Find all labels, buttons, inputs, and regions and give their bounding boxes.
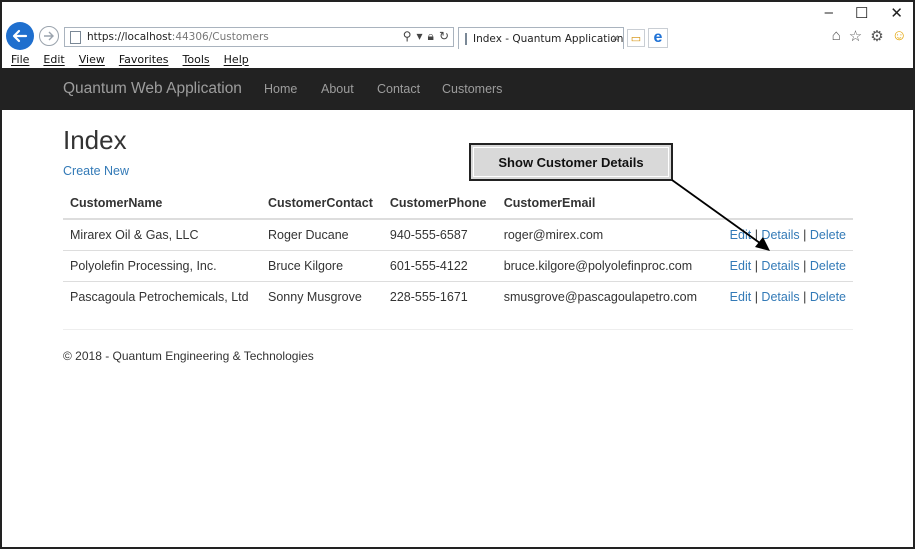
page-title: Index bbox=[63, 125, 127, 155]
close-icon[interactable]: ✕ bbox=[890, 4, 903, 22]
details-link[interactable]: Details bbox=[761, 290, 799, 304]
table-header-row: CustomerName CustomerContact CustomerPho… bbox=[63, 188, 853, 220]
browser-window: https://localhost:44306/Customers ⚲ ▾ 🔒︎… bbox=[0, 0, 915, 549]
cell-phone: 940-555-6587 bbox=[382, 218, 497, 250]
table-row: Mirarex Oil & Gas, LLC Roger Ducane 940-… bbox=[63, 218, 853, 250]
edit-link[interactable]: Edit bbox=[730, 259, 752, 273]
page-icon bbox=[70, 30, 81, 44]
header-customer-email: CustomerEmail bbox=[496, 188, 710, 220]
cell-name: Mirarex Oil & Gas, LLC bbox=[63, 218, 261, 250]
search-icon[interactable]: ⚲ bbox=[403, 29, 412, 44]
menu-tools[interactable]: Tools bbox=[183, 53, 210, 66]
cell-phone: 228-555-1671 bbox=[382, 280, 497, 312]
address-bar[interactable]: https://localhost:44306/Customers ⚲ ▾ 🔒︎… bbox=[64, 27, 454, 47]
lock-icon[interactable]: 🔒︎ bbox=[428, 29, 434, 44]
minimize-icon[interactable]: – bbox=[825, 4, 833, 22]
new-tab-icon[interactable]: ▭ bbox=[627, 29, 645, 47]
cell-actions: Edit | Details | Delete bbox=[709, 218, 853, 250]
site-navbar: Quantum Web Application Home About Conta… bbox=[2, 68, 913, 110]
address-url[interactable]: https://localhost:44306/Customers bbox=[87, 31, 269, 43]
address-tools: ⚲ ▾ 🔒︎ ↻ bbox=[403, 29, 449, 44]
ie-logo-icon[interactable]: e bbox=[648, 28, 668, 48]
smiley-feedback-icon[interactable]: ☺ bbox=[892, 27, 907, 45]
url-host: https://localhost bbox=[87, 31, 172, 43]
annotation-callout: Show Customer Details bbox=[469, 143, 673, 181]
details-link[interactable]: Details bbox=[761, 259, 799, 273]
brand-link[interactable]: Quantum Web Application bbox=[63, 80, 242, 98]
details-link[interactable]: Details bbox=[761, 228, 799, 242]
menu-bar: File Edit View Favorites Tools Help bbox=[2, 50, 913, 68]
menu-view[interactable]: View bbox=[79, 53, 105, 66]
favorites-star-icon[interactable]: ☆ bbox=[849, 27, 862, 45]
callout-border bbox=[473, 147, 669, 177]
cell-contact: Roger Ducane bbox=[261, 218, 383, 250]
forward-button[interactable] bbox=[39, 26, 59, 46]
dropdown-icon[interactable]: ▾ bbox=[417, 29, 423, 44]
separator: | bbox=[803, 258, 807, 273]
delete-link[interactable]: Delete bbox=[810, 290, 846, 304]
cell-name: Polyolefin Processing, Inc. bbox=[63, 249, 261, 281]
browser-chrome: https://localhost:44306/Customers ⚲ ▾ 🔒︎… bbox=[2, 2, 913, 50]
cell-email: bruce.kilgore@polyolefinproc.com bbox=[496, 249, 710, 281]
window-controls: – ☐ ✕ bbox=[825, 4, 903, 22]
nav-home[interactable]: Home bbox=[264, 82, 297, 96]
close-tab-icon[interactable]: × bbox=[612, 31, 619, 45]
home-icon[interactable]: ⌂ bbox=[832, 27, 841, 45]
forward-arrow-icon bbox=[44, 31, 54, 41]
tab-title: Index - Quantum Application bbox=[473, 32, 624, 45]
cell-email: roger@mirex.com bbox=[496, 218, 710, 250]
edit-link[interactable]: Edit bbox=[730, 228, 752, 242]
nav-about[interactable]: About bbox=[321, 82, 354, 96]
separator: | bbox=[803, 289, 807, 304]
nav-customers[interactable]: Customers bbox=[442, 82, 502, 96]
menu-favorites[interactable]: Favorites bbox=[119, 53, 169, 66]
separator: | bbox=[754, 258, 758, 273]
menu-file[interactable]: File bbox=[11, 53, 29, 66]
customers-table: CustomerName CustomerContact CustomerPho… bbox=[63, 188, 853, 312]
menu-edit[interactable]: Edit bbox=[43, 53, 64, 66]
table-row: Pascagoula Petrochemicals, Ltd Sonny Mus… bbox=[63, 280, 853, 312]
delete-link[interactable]: Delete bbox=[810, 259, 846, 273]
separator: | bbox=[754, 227, 758, 242]
table-row: Polyolefin Processing, Inc. Bruce Kilgor… bbox=[63, 249, 853, 281]
separator: | bbox=[754, 289, 758, 304]
url-path: :44306/Customers bbox=[171, 31, 269, 43]
menu-help[interactable]: Help bbox=[224, 53, 249, 66]
settings-gear-icon[interactable]: ⚙ bbox=[870, 27, 883, 45]
browser-tab-active[interactable]: Index - Quantum Application × bbox=[458, 27, 624, 49]
create-new-link[interactable]: Create New bbox=[63, 164, 129, 178]
cell-actions: Edit | Details | Delete bbox=[709, 249, 853, 281]
header-customer-contact: CustomerContact bbox=[261, 188, 383, 220]
nav-contact[interactable]: Contact bbox=[377, 82, 420, 96]
cell-name: Pascagoula Petrochemicals, Ltd bbox=[63, 280, 261, 312]
cell-phone: 601-555-4122 bbox=[382, 249, 497, 281]
footer-text: © 2018 - Quantum Engineering & Technolog… bbox=[63, 349, 314, 363]
cell-contact: Sonny Musgrove bbox=[261, 280, 383, 312]
cell-email: smusgrove@pascagoulapetro.com bbox=[496, 280, 710, 312]
maximize-icon[interactable]: ☐ bbox=[855, 4, 868, 22]
delete-link[interactable]: Delete bbox=[810, 228, 846, 242]
page-icon bbox=[465, 32, 467, 45]
header-actions bbox=[709, 188, 853, 220]
header-customer-name: CustomerName bbox=[63, 188, 261, 220]
footer-divider bbox=[63, 329, 853, 330]
cell-actions: Edit | Details | Delete bbox=[709, 280, 853, 312]
browser-toolbar-right: ⌂ ☆ ⚙ ☺ bbox=[832, 27, 907, 45]
back-arrow-icon bbox=[12, 29, 28, 43]
header-customer-phone: CustomerPhone bbox=[382, 188, 497, 220]
back-button[interactable] bbox=[6, 22, 34, 50]
refresh-icon[interactable]: ↻ bbox=[439, 29, 449, 44]
cell-contact: Bruce Kilgore bbox=[261, 249, 383, 281]
separator: | bbox=[803, 227, 807, 242]
edit-link[interactable]: Edit bbox=[730, 290, 752, 304]
